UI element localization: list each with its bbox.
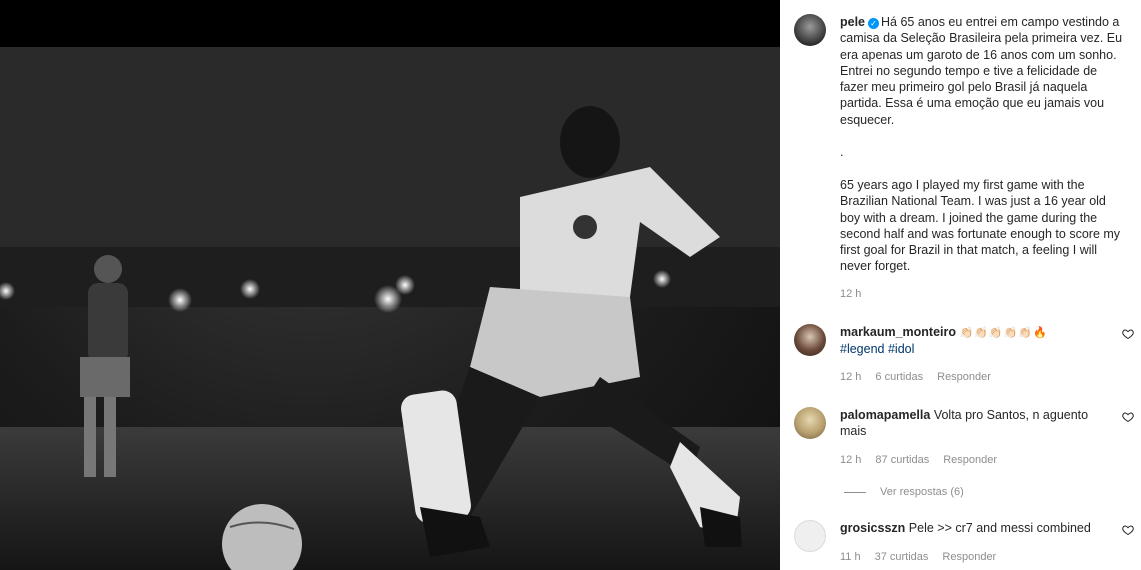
comment-body: markaum_monteiro 👏🏻👏🏻👏🏻👏🏻👏🏻🔥 #legend #id… [840, 324, 1100, 358]
comment-username[interactable]: palomapamella [840, 408, 930, 422]
comment-likes[interactable]: 37 curtidas [875, 551, 929, 563]
caption-english: 65 years ago I played my first game with… [840, 177, 1124, 274]
comment-meta: 11 h 37 curtidas Responder [840, 551, 1010, 563]
heart-icon[interactable] [1122, 328, 1134, 340]
comment-meta: 12 h 6 curtidas Responder [840, 371, 1005, 383]
reply-button[interactable]: Responder [943, 454, 997, 466]
view-replies-button[interactable]: Ver respostas (6) [844, 486, 964, 498]
caption-text: pele ✓ Há 65 anos eu entrei em campo vesti… [840, 14, 1128, 275]
username[interactable]: pele [840, 15, 865, 29]
comment-hashtags[interactable]: #legend #idol [840, 342, 914, 356]
comment-body: palomapamella Volta pro Santos, n aguent… [840, 407, 1100, 440]
post-photo[interactable] [0, 47, 780, 570]
photo-illustration [0, 47, 780, 570]
comment-time[interactable]: 11 h [840, 551, 861, 563]
comment-time[interactable]: 12 h [840, 454, 861, 466]
view-replies-label[interactable]: Ver respostas (6) [880, 486, 964, 498]
comment-text: 👏🏻👏🏻👏🏻👏🏻👏🏻🔥 [959, 327, 1048, 339]
comment-meta: 12 h 87 curtidas Responder [840, 454, 1011, 466]
divider [844, 491, 866, 493]
comment-username[interactable]: grosicsszn [840, 521, 905, 535]
post-media[interactable] [0, 0, 780, 570]
avatar[interactable] [794, 324, 826, 356]
caption-portuguese: Há 65 anos eu entrei em campo vestindo a… [840, 15, 1126, 127]
avatar[interactable] [794, 520, 826, 552]
avatar[interactable] [794, 407, 826, 439]
reply-button[interactable]: Responder [937, 371, 991, 383]
comment-time[interactable]: 12 h [840, 371, 861, 383]
comment-text: Pele >> cr7 and messi combined [908, 521, 1091, 535]
comments-panel: pele ✓ Há 65 anos eu entrei em campo vesti… [780, 0, 1141, 570]
comment-likes[interactable]: 87 curtidas [875, 454, 929, 466]
comment-likes[interactable]: 6 curtidas [875, 371, 923, 383]
heart-icon[interactable] [1122, 524, 1134, 536]
comment-username[interactable]: markaum_monteiro [840, 325, 956, 339]
comment-body: grosicsszn Pele >> cr7 and messi combine… [840, 520, 1100, 536]
reply-button[interactable]: Responder [942, 551, 996, 563]
avatar[interactable] [794, 14, 826, 46]
verified-badge-icon: ✓ [868, 18, 880, 29]
post-time[interactable]: 12 h [840, 288, 861, 300]
heart-icon[interactable] [1122, 411, 1134, 423]
caption-separator: . [840, 145, 844, 160]
